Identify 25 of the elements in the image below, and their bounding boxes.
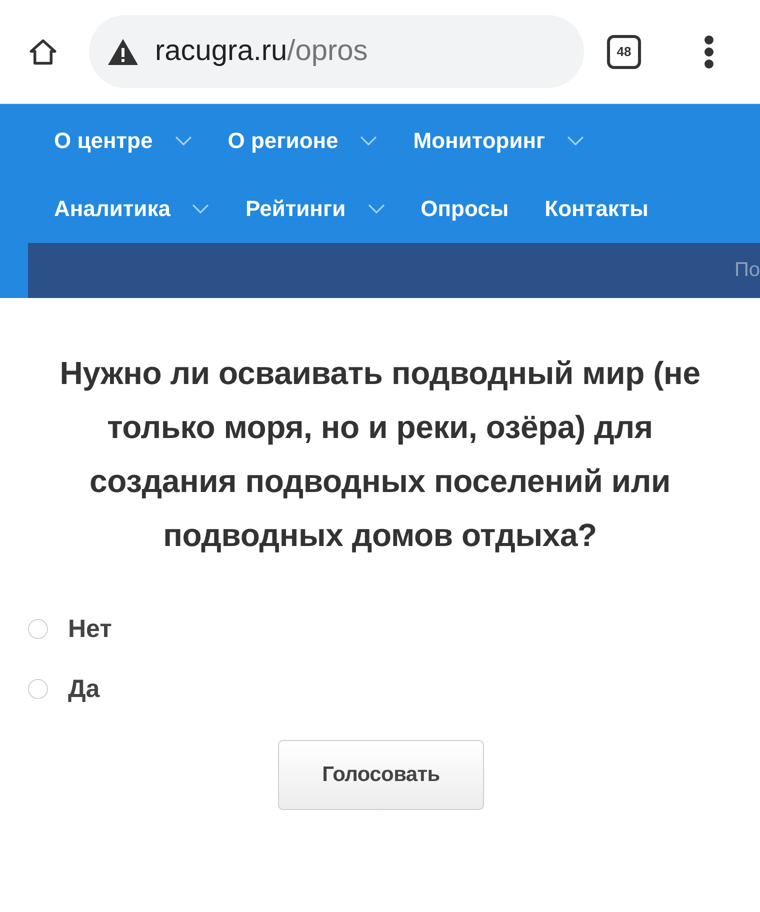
- nav-item[interactable]: Опросы: [420, 194, 509, 224]
- chevron-down-icon: [567, 136, 584, 146]
- chevron-down-icon: [360, 136, 378, 146]
- nav-item[interactable]: Рейтинги: [245, 194, 385, 224]
- radio-button[interactable]: [28, 619, 48, 639]
- search-field[interactable]: По: [700, 243, 760, 298]
- nav-item[interactable]: О центре: [54, 126, 192, 156]
- nav-item[interactable]: Контакты: [544, 194, 648, 224]
- home-icon[interactable]: [28, 36, 58, 66]
- tab-count-button[interactable]: 48: [607, 34, 641, 68]
- chevron-down-icon: [174, 136, 192, 146]
- chevron-down-icon: [368, 204, 385, 214]
- warning-icon: [107, 38, 139, 66]
- address-bar[interactable]: racugra.ru/opros: [89, 15, 584, 88]
- option-label: Да: [68, 674, 100, 704]
- url-text: racugra.ru/opros: [155, 35, 368, 68]
- nav-item[interactable]: Аналитика: [54, 194, 210, 224]
- nav-item[interactable]: О регионе: [228, 126, 378, 156]
- nav-item[interactable]: Мониторинг: [413, 126, 584, 156]
- option-label: Нет: [68, 614, 112, 644]
- poll-question: Нужно ли осваивать подводный мир (не только моря, но и реки, озёра) для создания подводных поселений или подводных домов отдыха?: [58, 354, 702, 555]
- chevron-down-icon: [192, 204, 210, 214]
- radio-button[interactable]: [28, 679, 48, 699]
- menu-icon[interactable]: [704, 34, 714, 68]
- vote-button[interactable]: Голосовать: [278, 740, 484, 810]
